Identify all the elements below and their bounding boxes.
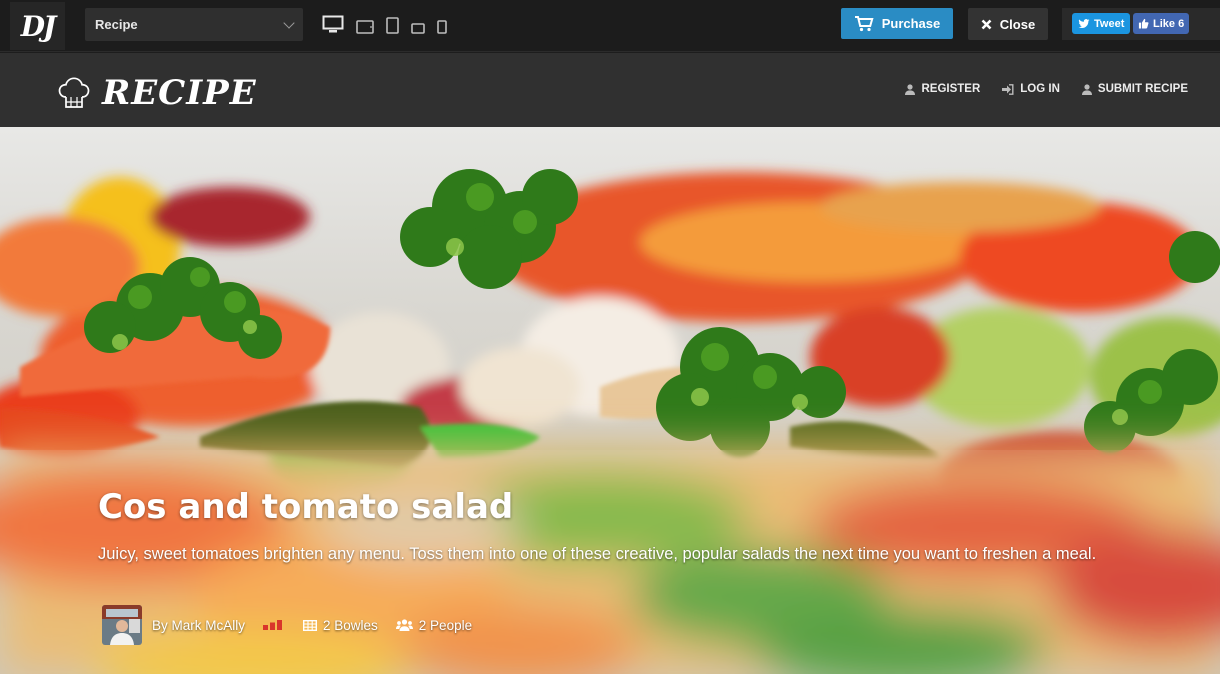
nav-register[interactable]: REGISTER — [905, 83, 980, 95]
tablet-portrait-icon[interactable] — [386, 17, 399, 34]
thumbs-up-icon — [1138, 18, 1149, 29]
tweet-button[interactable]: Tweet — [1072, 13, 1131, 34]
site-brand-name: RECIPE — [102, 73, 257, 113]
phone-landscape-icon[interactable] — [411, 23, 425, 34]
author-avatar[interactable] — [102, 605, 142, 645]
cart-icon — [854, 16, 874, 32]
user-icon — [1081, 83, 1092, 95]
difficulty-bar — [277, 620, 283, 630]
close-button[interactable]: Close — [968, 8, 1048, 40]
servings: 2 Bowles — [303, 618, 378, 633]
nav-register-label: REGISTER — [921, 83, 981, 95]
chef-hat-icon — [58, 77, 90, 108]
tablet-landscape-icon[interactable] — [356, 20, 374, 34]
phone-portrait-icon[interactable] — [437, 20, 447, 34]
preview-toolbar: DJ Recipe Purchase Close Tweet Like 6 — [0, 0, 1220, 52]
nav-login-label: LOG IN — [1020, 83, 1060, 95]
desktop-icon[interactable] — [322, 15, 344, 34]
site-header: RECIPE REGISTER LOG IN SUBMIT RECIPE — [0, 53, 1220, 127]
social-buttons: Tweet Like 6 — [1062, 8, 1220, 40]
purchase-button[interactable]: Purchase — [841, 8, 953, 39]
tweet-label: Tweet — [1094, 17, 1125, 30]
twitter-icon — [1078, 18, 1090, 28]
logo-text: DJ — [20, 9, 57, 43]
people-label: 2 People — [418, 617, 473, 633]
author-label: By Mark McAlly — [152, 617, 246, 633]
nav-login[interactable]: LOG IN — [1002, 83, 1060, 95]
recipe-description: Juicy, sweet tomatoes brighten any menu.… — [98, 545, 1097, 563]
purchase-label: Purchase — [881, 16, 941, 31]
difficulty-bar — [263, 625, 269, 630]
like-label: Like 6 — [1153, 17, 1185, 30]
theme-select[interactable]: Recipe — [85, 8, 303, 41]
author-name[interactable]: By Mark McAlly — [152, 618, 245, 633]
site-logo[interactable]: RECIPE — [58, 73, 257, 113]
recipe-meta: By Mark McAlly 2 Bowles 2 People — [102, 605, 472, 645]
nav-submit-recipe-label: SUBMIT RECIPE — [1097, 83, 1188, 95]
user-icon — [905, 83, 916, 95]
table-icon — [303, 619, 318, 631]
servings-label: 2 Bowles — [323, 617, 378, 633]
users-icon — [395, 619, 413, 631]
theme-select-value: Recipe — [95, 17, 138, 32]
close-icon — [981, 19, 992, 29]
close-label: Close — [999, 16, 1036, 32]
header-nav: REGISTER LOG IN SUBMIT RECIPE — [905, 83, 1188, 95]
recipe-title: Cos and tomato salad — [98, 487, 514, 527]
nav-submit-recipe[interactable]: SUBMIT RECIPE — [1081, 83, 1188, 95]
sign-in-icon — [1002, 83, 1014, 95]
facebook-like-button[interactable]: Like 6 — [1133, 13, 1190, 34]
device-switcher — [322, 14, 447, 34]
dj-logo[interactable]: DJ — [10, 2, 65, 50]
people-count: 2 People — [395, 617, 473, 633]
difficulty-indicator — [263, 618, 285, 632]
difficulty-bar — [270, 622, 276, 630]
chevron-down-icon — [283, 17, 295, 29]
recipe-hero: Cos and tomato salad Juicy, sweet tomato… — [0, 127, 1220, 674]
difficulty-bars-icon — [263, 620, 283, 630]
